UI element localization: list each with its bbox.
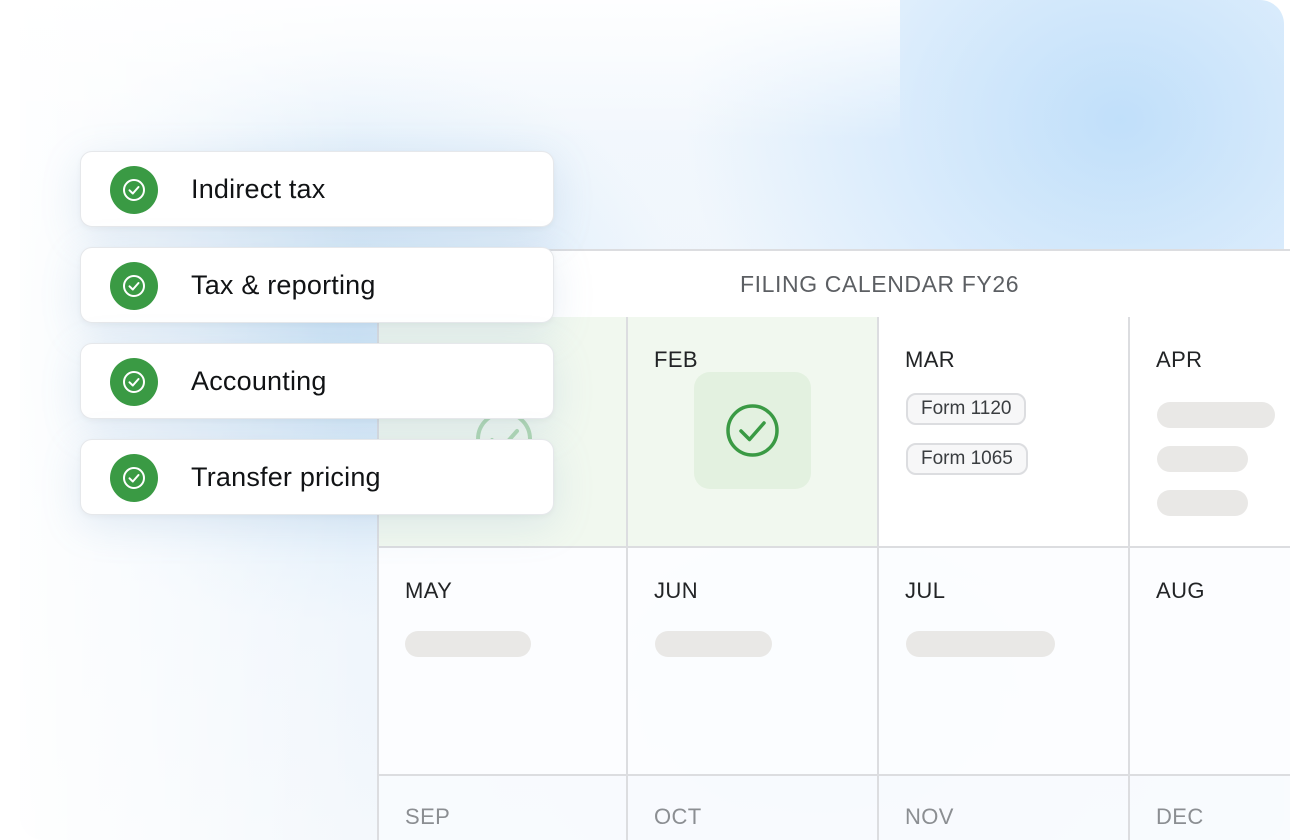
calendar-cell-jun[interactable]: JUN — [628, 548, 879, 776]
placeholder-bar — [655, 631, 772, 657]
month-label-may: MAY — [405, 578, 453, 603]
month-label-aug: AUG — [1156, 578, 1205, 603]
placeholder-bar — [906, 631, 1055, 657]
calendar-cell-apr[interactable]: APR — [1130, 317, 1290, 548]
placeholder-bar — [405, 631, 531, 657]
service-label: Accounting — [191, 366, 327, 396]
service-label: Indirect tax — [191, 174, 326, 204]
calendar-cell-oct[interactable]: OCT — [628, 776, 879, 840]
filing-overview-illustration: FILING CALENDAR FY26 FEB MAR Form 1120 F… — [0, 0, 1290, 840]
check-circle-icon — [726, 404, 779, 457]
month-label-sep: SEP — [405, 804, 451, 829]
check-circle-icon — [110, 454, 158, 502]
month-label-mar: MAR — [905, 347, 956, 372]
calendar-cell-feb[interactable]: FEB — [628, 317, 879, 548]
month-label-apr: APR — [1156, 347, 1203, 372]
month-label-nov: NOV — [905, 804, 954, 829]
calendar-cell-aug[interactable]: AUG — [1130, 548, 1290, 776]
placeholder-bar — [1157, 446, 1248, 472]
service-item-transfer-pricing[interactable]: Transfer pricing — [80, 439, 554, 515]
month-label-feb: FEB — [654, 347, 698, 372]
service-label: Tax & reporting — [191, 270, 376, 300]
background-fade-top — [0, 0, 900, 140]
form-chip[interactable]: Form 1120 — [906, 393, 1027, 425]
placeholder-bar — [1157, 490, 1248, 516]
month-label-jun: JUN — [654, 578, 698, 603]
check-circle-icon — [110, 166, 158, 214]
filing-calendar: FILING CALENDAR FY26 FEB MAR Form 1120 F… — [377, 249, 1290, 840]
month-label-dec: DEC — [1156, 804, 1204, 829]
placeholder-bar — [1157, 402, 1275, 428]
calendar-cell-mar[interactable]: MAR Form 1120 Form 1065 — [879, 317, 1130, 548]
calendar-cell-may[interactable]: MAY — [379, 548, 628, 776]
completed-tile — [694, 372, 811, 489]
service-item-accounting[interactable]: Accounting — [80, 343, 554, 419]
service-item-tax-reporting[interactable]: Tax & reporting — [80, 247, 554, 323]
check-circle-icon — [110, 262, 158, 310]
calendar-cell-jul[interactable]: JUL — [879, 548, 1130, 776]
month-label-jul: JUL — [905, 578, 946, 603]
calendar-cell-sep[interactable]: SEP — [379, 776, 628, 840]
calendar-cell-nov[interactable]: NOV — [879, 776, 1130, 840]
form-chip[interactable]: Form 1065 — [906, 443, 1028, 475]
check-circle-icon — [110, 358, 158, 406]
calendar-title: FILING CALENDAR FY26 — [740, 271, 1020, 297]
calendar-cell-dec[interactable]: DEC — [1130, 776, 1290, 840]
service-item-indirect-tax[interactable]: Indirect tax — [80, 151, 554, 227]
service-label: Transfer pricing — [191, 462, 381, 492]
month-label-oct: OCT — [654, 804, 702, 829]
